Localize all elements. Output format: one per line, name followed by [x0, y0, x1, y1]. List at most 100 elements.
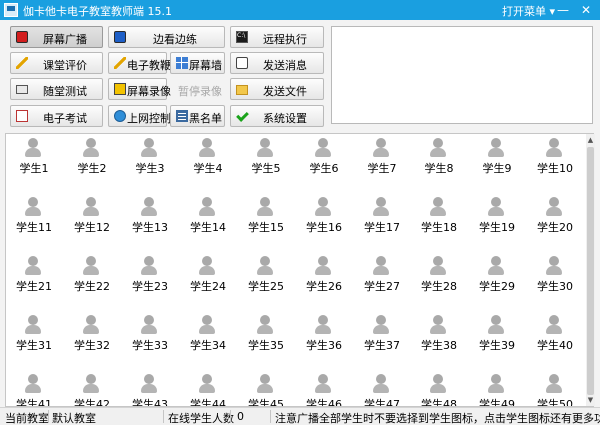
- avatar-head: [260, 315, 270, 325]
- minimize-button[interactable]: —: [553, 0, 573, 20]
- student-tile[interactable]: 学生32: [66, 311, 118, 359]
- send-file-button[interactable]: 发送文件: [230, 78, 324, 100]
- folder-icon: [236, 85, 248, 95]
- student-tile[interactable]: 学生41: [8, 370, 60, 406]
- student-tile[interactable]: 学生22: [66, 252, 118, 300]
- student-tile[interactable]: 学生33: [124, 311, 176, 359]
- student-tile[interactable]: 学生4: [182, 134, 234, 182]
- student-tile[interactable]: 学生36: [298, 311, 350, 359]
- student-tile[interactable]: 学生25: [240, 252, 292, 300]
- button-label: 发送消息: [263, 59, 307, 72]
- student-tile[interactable]: 学生8: [413, 134, 465, 182]
- student-name: 学生1: [19, 162, 49, 175]
- avatar-body: [199, 148, 215, 157]
- electronic-exam-button[interactable]: 电子考试: [10, 105, 103, 127]
- screen-record-button[interactable]: 屏幕录像: [108, 78, 171, 100]
- vertical-scrollbar[interactable]: ▲ ▼: [586, 134, 595, 406]
- student-tile[interactable]: 学生47: [356, 370, 408, 407]
- student-name: 学生49: [479, 398, 515, 407]
- student-avatar-icon: [428, 374, 448, 394]
- student-tile[interactable]: 学生50: [529, 370, 581, 406]
- student-tile[interactable]: 学生5: [240, 134, 292, 182]
- student-tile[interactable]: 学生9: [471, 134, 523, 182]
- student-tile[interactable]: 学生24: [182, 252, 234, 300]
- send-message-button[interactable]: 发送消息: [230, 52, 324, 74]
- open-menu-button[interactable]: 打开菜单 ▾: [502, 3, 555, 19]
- student-tile[interactable]: 学生46: [298, 370, 350, 406]
- student-tile[interactable]: 学生17: [356, 193, 408, 241]
- avatar-head: [549, 374, 559, 384]
- student-grid: 学生1 学生2 学生3 学生4 学生5 学生6 学生7 学生8 学生9 学生10 学生11 学生12 学…: [5, 133, 594, 407]
- avatar-head: [318, 315, 328, 325]
- avatar-head: [28, 138, 38, 148]
- student-name: 学生14: [190, 221, 226, 234]
- scroll-down-arrow-icon[interactable]: ▼: [586, 396, 595, 404]
- avatar-body: [257, 148, 273, 157]
- avatar-body: [488, 207, 504, 216]
- student-tile[interactable]: 学生27: [356, 252, 408, 300]
- avatar-head: [433, 256, 443, 266]
- student-tile[interactable]: 学生43: [124, 370, 176, 406]
- student-avatar-icon: [313, 256, 333, 276]
- student-tile[interactable]: 学生44: [182, 370, 234, 406]
- student-tile[interactable]: 学生37: [356, 311, 408, 359]
- scroll-up-arrow-icon[interactable]: ▲: [586, 136, 595, 144]
- student-tile[interactable]: 学生21: [8, 252, 60, 300]
- screen-broadcast-button[interactable]: 屏幕广播: [10, 26, 103, 48]
- student-name: 学生23: [132, 280, 168, 293]
- student-tile[interactable]: 学生28: [413, 252, 465, 300]
- internet-control-button[interactable]: 上网控制: [108, 105, 171, 127]
- avatar-head: [433, 315, 443, 325]
- student-tile[interactable]: 学生31: [8, 311, 60, 359]
- student-tile[interactable]: 学生12: [66, 193, 118, 241]
- student-avatar-icon: [197, 256, 217, 276]
- student-tile[interactable]: 学生7: [356, 134, 408, 182]
- student-tile[interactable]: 学生15: [240, 193, 292, 241]
- student-name: 学生47: [364, 398, 400, 407]
- student-tile[interactable]: 学生30: [529, 252, 581, 300]
- student-tile[interactable]: 学生23: [124, 252, 176, 300]
- student-tile[interactable]: 学生6: [298, 134, 350, 182]
- blacklist-button[interactable]: 黑名单: [170, 105, 225, 127]
- scroll-thumb[interactable]: [587, 147, 594, 395]
- student-tile[interactable]: 学生3: [124, 134, 176, 182]
- student-tile[interactable]: 学生11: [8, 193, 60, 241]
- student-tile[interactable]: 学生48: [413, 370, 465, 406]
- avatar-body: [141, 207, 157, 216]
- student-tile[interactable]: 学生1: [8, 134, 60, 182]
- student-name: 学生37: [364, 339, 400, 352]
- student-name: 学生17: [364, 221, 400, 234]
- system-settings-button[interactable]: 系统设置: [230, 105, 324, 127]
- student-tile[interactable]: 学生18: [413, 193, 465, 241]
- student-tile[interactable]: 学生14: [182, 193, 234, 241]
- class-evaluation-button[interactable]: 课堂评价: [10, 52, 103, 74]
- student-tile[interactable]: 学生34: [182, 311, 234, 359]
- student-tile[interactable]: 学生29: [471, 252, 523, 300]
- student-tile[interactable]: 学生49: [471, 370, 523, 407]
- student-tile[interactable]: 学生26: [298, 252, 350, 300]
- title-bar[interactable]: 伽卡他卡电子教室教师端 15.1 打开菜单 ▾ — ✕: [0, 0, 600, 20]
- student-tile[interactable]: 学生16: [298, 193, 350, 241]
- student-tile[interactable]: 学生39: [471, 311, 523, 359]
- student-avatar-icon: [544, 374, 564, 394]
- student-name: 学生25: [248, 280, 284, 293]
- student-tile[interactable]: 学生10: [529, 134, 581, 182]
- student-tile[interactable]: 学生2: [66, 134, 118, 182]
- student-tile[interactable]: 学生45: [240, 370, 292, 406]
- student-tile[interactable]: 学生13: [124, 193, 176, 241]
- watch-and-practice-button[interactable]: 边看边练: [108, 26, 225, 48]
- remote-execute-button[interactable]: 远程执行: [230, 26, 324, 48]
- screen-wall-button[interactable]: 屏幕墙: [170, 52, 225, 74]
- student-tile[interactable]: 学生20: [529, 193, 581, 241]
- student-tile[interactable]: 学生38: [413, 311, 465, 359]
- electronic-pointer-button[interactable]: 电子教鞭: [108, 52, 171, 74]
- student-avatar-icon: [197, 374, 217, 394]
- student-tile[interactable]: 学生19: [471, 193, 523, 241]
- avatar-body: [315, 325, 331, 334]
- student-tile[interactable]: 学生35: [240, 311, 292, 359]
- student-tile[interactable]: 学生40: [529, 311, 581, 359]
- quiz-button[interactable]: 随堂测试: [10, 78, 103, 100]
- close-button[interactable]: ✕: [576, 0, 596, 20]
- student-name: 学生26: [306, 280, 342, 293]
- student-tile[interactable]: 学生42: [66, 370, 118, 406]
